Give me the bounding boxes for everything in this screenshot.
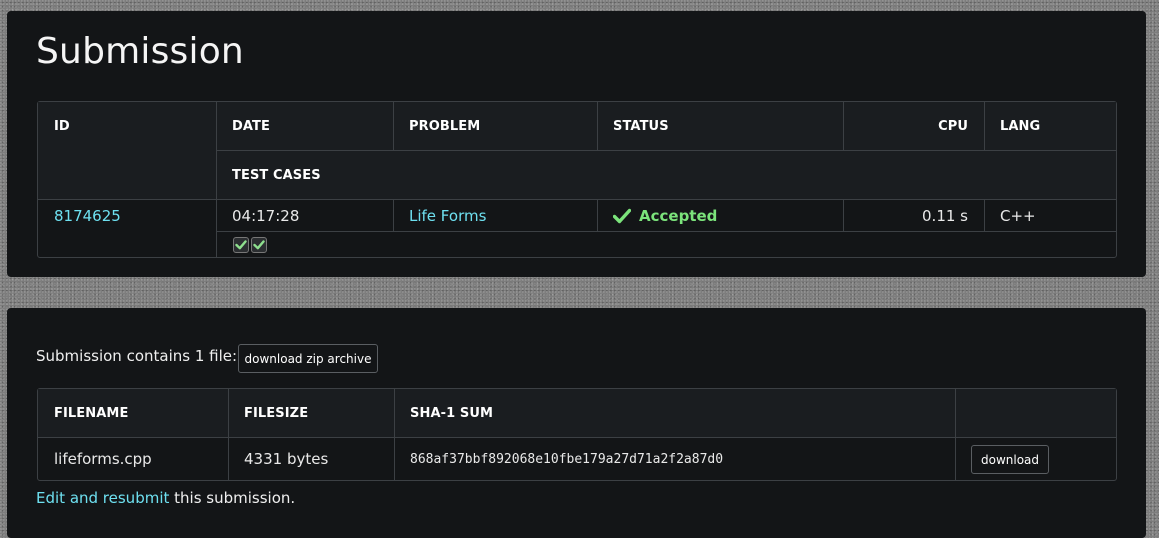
check-icon (612, 208, 632, 224)
submission-id-link[interactable]: 8174625 (38, 200, 216, 231)
file-name: lifeforms.cpp (54, 450, 152, 468)
edit-resubmit-suffix: this submission. (169, 489, 296, 507)
header-problem: PROBLEM (409, 118, 481, 134)
file-size: 4331 bytes (244, 450, 329, 468)
test-case-passed-icon[interactable] (251, 236, 267, 253)
files-card: Submission contains 1 file: download zip… (7, 308, 1146, 538)
header-status: STATUS (613, 118, 669, 134)
test-case-passed-icon[interactable] (233, 236, 249, 253)
submission-date: 04:17:28 (232, 206, 300, 225)
header-sha1: SHA-1 SUM (410, 405, 494, 421)
edit-resubmit-link[interactable]: Edit and resubmit (36, 489, 169, 507)
header-date: DATE (232, 118, 270, 134)
cpu-time: 0.11 s (922, 206, 968, 225)
header-filename: FILENAME (54, 405, 129, 421)
submission-card: Submission ID DATE PROBLEM STATUS CPU LA… (7, 11, 1146, 277)
status-accepted: Accepted (639, 206, 718, 225)
files-table: FILENAME FILESIZE SHA-1 SUM lifeforms.cp… (37, 388, 1117, 481)
header-id: ID (54, 118, 70, 134)
download-file-button[interactable]: download (971, 445, 1049, 474)
test-cases-results (216, 232, 416, 257)
submission-table: ID DATE PROBLEM STATUS CPU LANG TEST CAS… (37, 101, 1117, 258)
download-zip-button[interactable]: download zip archive (238, 344, 378, 373)
header-filesize: FILESIZE (244, 405, 309, 421)
problem-link[interactable]: Life Forms (393, 200, 597, 231)
files-summary: Submission contains 1 file: (36, 347, 238, 365)
file-sha1: 868af37bbf892068e10fbe179a27d71a2f2a87d0 (410, 451, 724, 467)
status-cell: Accepted (597, 200, 843, 231)
edit-resubmit-line: Edit and resubmit this submission. (36, 489, 295, 507)
header-lang: LANG (1000, 118, 1041, 134)
language: C++ (1000, 206, 1036, 225)
header-cpu: CPU (938, 118, 968, 134)
header-test-cases: TEST CASES (232, 167, 321, 183)
page-title: Submission (36, 31, 244, 72)
